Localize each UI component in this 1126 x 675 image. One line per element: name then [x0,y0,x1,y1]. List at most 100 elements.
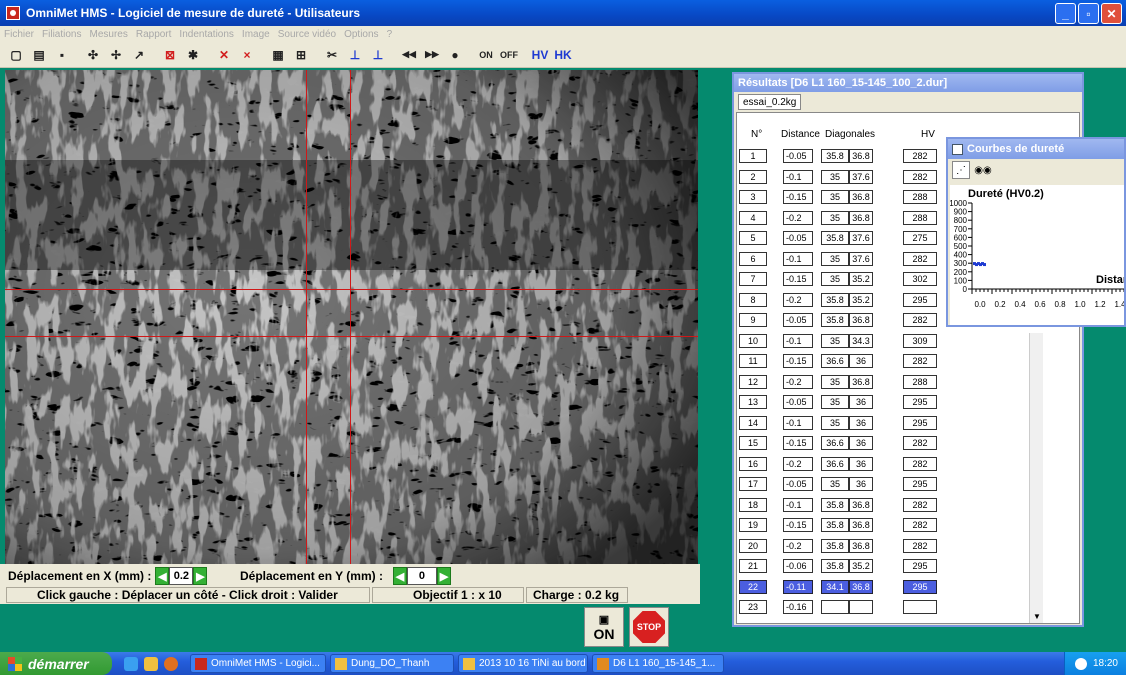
row-distance[interactable]: -0.15 [783,354,813,368]
row-diagonal-1[interactable]: 35 [821,190,849,204]
table-row[interactable]: 5 -0.05 35.8 37.6 275 [737,231,957,249]
crosshair-horizontal-2[interactable] [5,336,698,337]
row-number[interactable]: 7 [739,272,767,286]
row-hv[interactable]: 295 [903,559,937,573]
row-distance[interactable]: -0.15 [783,518,813,532]
open-folder-icon[interactable]: ▤ [29,45,49,65]
results-scrollbar[interactable]: ▼ [1029,333,1043,623]
row-diagonal-1[interactable]: 35.8 [821,559,849,573]
row-diagonal-1[interactable]: 34.1 [821,579,849,594]
delete-icon[interactable]: × [237,45,257,65]
cut-icon[interactable]: ✂ [322,45,342,65]
results-title[interactable]: Résultats [D6 L1 160_15-145_100_2.dur] [734,74,1082,92]
row-distance[interactable]: -0.15 [783,190,813,204]
menu-item-5[interactable]: Image [242,29,270,40]
start-button[interactable]: démarrer [0,652,112,675]
menu-item-0[interactable]: Fichier [4,29,34,40]
row-hv[interactable]: 282 [903,251,937,266]
light-bulb-icon[interactable]: ● [445,45,465,65]
row-diagonal-2[interactable]: 36 [849,436,873,450]
hk-icon[interactable]: HK [553,45,573,65]
row-number[interactable]: 2 [739,169,767,184]
scroll-down-icon[interactable]: ▼ [1030,609,1044,623]
table-row[interactable]: 14 -0.1 35 36 295 [737,415,957,434]
row-hv[interactable]: 295 [903,579,937,594]
save-icon[interactable]: ▪ [52,45,72,65]
add-p-icon[interactable]: ↗ [129,45,149,65]
row-diagonal-2[interactable]: 36.8 [849,210,873,225]
row-hv[interactable]: 282 [903,169,937,184]
row-distance[interactable]: -0.2 [783,538,813,553]
row-number[interactable]: 6 [739,251,767,266]
row-diagonal-2[interactable]: 36.8 [849,374,873,389]
row-diagonal-1[interactable]: 35 [821,251,849,266]
row-diagonal-2[interactable]: 36 [849,395,873,409]
row-diagonal-1[interactable]: 35.8 [821,231,849,245]
row-number[interactable]: 19 [739,518,767,532]
add-line-icon[interactable]: ✢ [106,45,126,65]
row-hv[interactable]: 295 [903,395,937,409]
close-button[interactable]: ✕ [1101,3,1122,24]
row-diagonal-1[interactable]: 35 [821,374,849,389]
minimize-button[interactable]: _ [1055,3,1076,24]
row-hv[interactable]: 275 [903,231,937,245]
row-distance[interactable]: -0.2 [783,374,813,389]
taskbar-item-3[interactable]: D6 L1 160_15-145_1... [592,654,724,673]
row-distance[interactable]: -0.1 [783,497,813,512]
menu-item-8[interactable]: ? [387,29,393,40]
dy-decrease-button[interactable]: ◀ [392,567,407,585]
row-hv[interactable] [903,600,937,614]
row-diagonal-2[interactable]: 36 [849,477,873,491]
row-diagonal-2[interactable]: 36.8 [849,149,873,163]
row-hv[interactable]: 282 [903,354,937,368]
row-number[interactable]: 4 [739,210,767,225]
row-diagonal-1[interactable]: 35.8 [821,292,849,307]
camera-off-icon[interactable]: OFF [499,45,519,65]
row-number[interactable]: 18 [739,497,767,512]
table-row[interactable]: 19 -0.15 35.8 36.8 282 [737,518,957,536]
maximize-button[interactable]: ▫ [1078,3,1099,24]
row-distance[interactable]: -0.15 [783,272,813,286]
binoculars-icon[interactable]: ◉◉ [974,161,992,179]
indent-star-icon[interactable]: ✱ [183,45,203,65]
table-row[interactable]: 20 -0.2 35.8 36.8 282 [737,538,957,557]
row-hv[interactable]: 302 [903,272,937,286]
row-diagonal-1[interactable]: 35 [821,272,849,286]
table-row[interactable]: 3 -0.15 35 36.8 288 [737,190,957,208]
row-diagonal-1[interactable]: 35 [821,210,849,225]
row-diagonal-1[interactable]: 36.6 [821,436,849,450]
row-hv[interactable]: 288 [903,210,937,225]
quicklaunch-ie-icon[interactable] [124,656,138,671]
row-distance[interactable]: -0.05 [783,477,813,491]
table-row[interactable]: 10 -0.1 35 34.3 309 [737,333,957,352]
table-row[interactable]: 12 -0.2 35 36.8 288 [737,374,957,393]
chart-options-icon[interactable]: ⋰ [952,161,970,179]
row-diagonal-2[interactable]: 36.8 [849,538,873,553]
row-number[interactable]: 1 [739,149,767,163]
row-diagonal-2[interactable]: 36.8 [849,518,873,532]
row-diagonal-1[interactable]: 35 [821,395,849,409]
row-diagonal-1[interactable]: 35.8 [821,518,849,532]
table-row[interactable]: 16 -0.2 36.6 36 282 [737,456,957,475]
measure-plus-icon[interactable]: ⊥ [368,45,388,65]
row-distance[interactable]: -0.05 [783,313,813,327]
main-title-bar[interactable]: OmniMet HMS - Logiciel de mesure de dure… [0,0,1126,26]
row-diagonal-2[interactable]: 36 [849,415,873,430]
table-row[interactable]: 4 -0.2 35 36.8 288 [737,210,957,229]
calculator-icon[interactable]: ▦ [268,45,288,65]
row-diagonal-1[interactable]: 35 [821,415,849,430]
row-distance[interactable]: -0.06 [783,559,813,573]
row-distance[interactable]: -0.1 [783,415,813,430]
row-number[interactable]: 17 [739,477,767,491]
delete-all-icon[interactable]: ✕ [214,45,234,65]
crosshair-vertical-1[interactable] [306,70,307,564]
row-hv[interactable]: 295 [903,292,937,307]
dx-decrease-button[interactable]: ◀ [155,567,170,585]
row-diagonal-1[interactable]: 35.8 [821,313,849,327]
row-diagonal-1[interactable]: 36.6 [821,456,849,471]
row-distance[interactable]: -0.05 [783,231,813,245]
row-diagonal-2[interactable]: 36.8 [849,313,873,327]
microscope-image-view[interactable] [5,70,698,564]
row-distance[interactable]: -0.11 [783,579,813,594]
row-number[interactable]: 11 [739,354,767,368]
